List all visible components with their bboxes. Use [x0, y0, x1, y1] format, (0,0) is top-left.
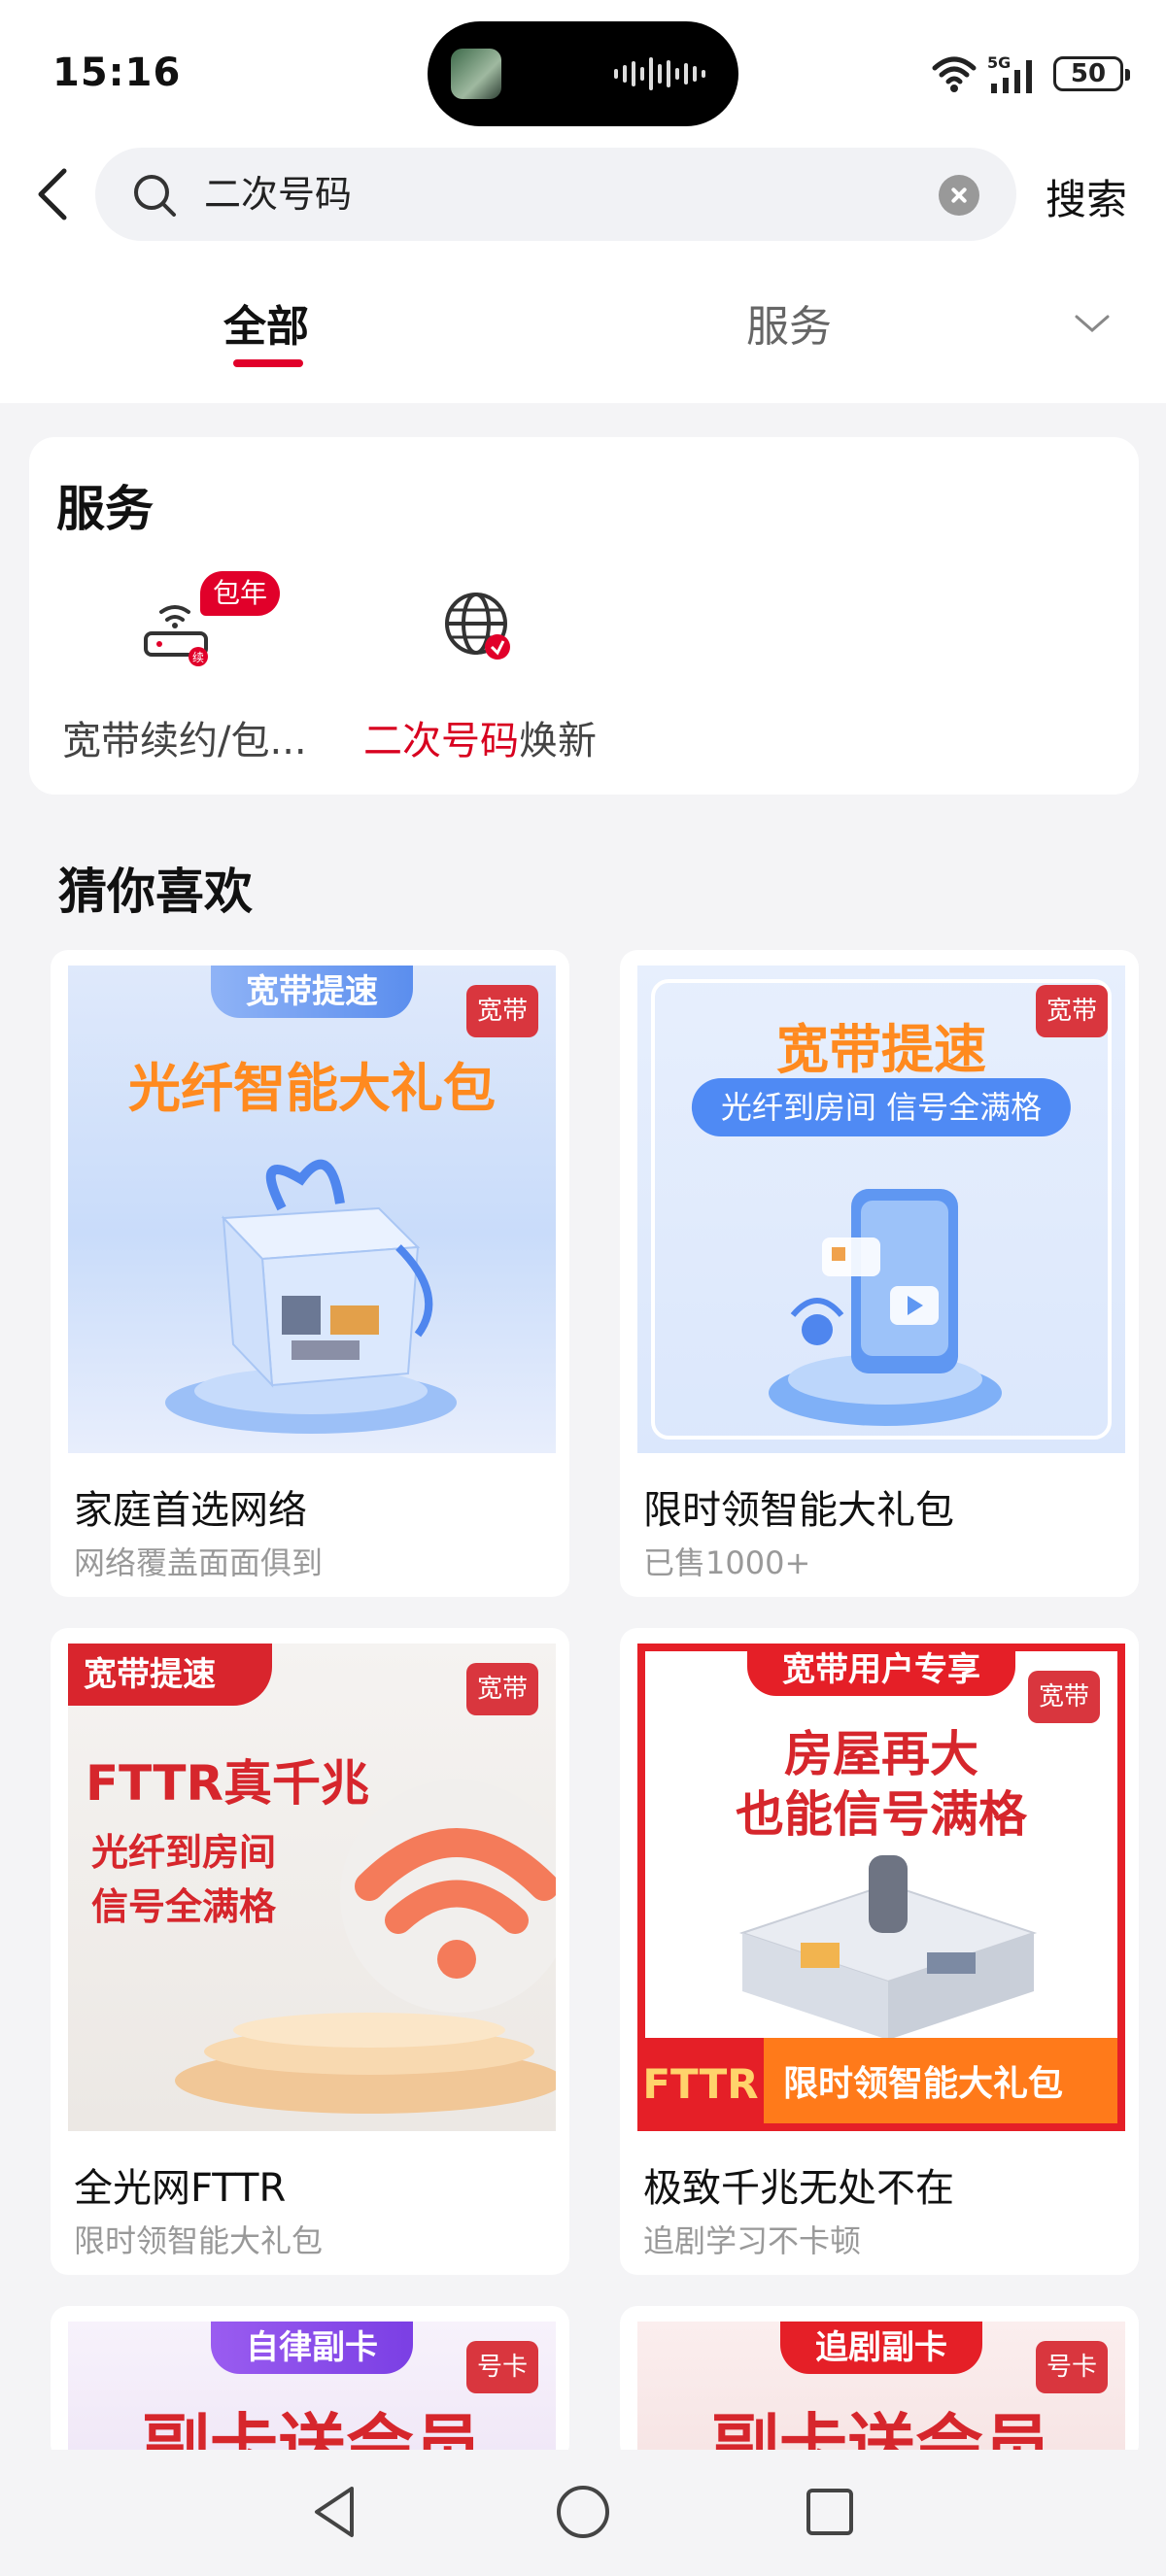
battery-icon: 50: [1053, 56, 1130, 91]
active-tab-indicator: [233, 359, 303, 367]
product-card[interactable]: 宽带提速 光纤到房间 信号全满格 宽带 限时领智能大礼包 已售1000+: [620, 950, 1139, 1597]
svg-text:5G: 5G: [987, 53, 1011, 72]
product-image: 宽带提速 光纤到房间 信号全满格 宽带: [637, 966, 1125, 1453]
search-icon: [134, 175, 176, 217]
phone-illustration: [769, 1189, 1002, 1426]
house-illustration: [738, 1855, 1038, 2040]
product-banner: 宽带提速: [211, 966, 413, 1018]
search-button[interactable]: 搜索: [1046, 167, 1127, 226]
wifi-icon: [932, 56, 977, 92]
signal-5g-icon: 5G: [987, 53, 1032, 93]
product-subtitle: 已售1000+: [643, 1544, 811, 1581]
service-label-broadband: 宽带续约/包...: [62, 719, 307, 763]
product-image: 宽带用户专享 房屋再大 也能信号满格 FTTR 限时领智能大礼包 宽带: [637, 1644, 1125, 2131]
product-pill: 光纤到房间 信号全满格: [691, 1078, 1072, 1136]
promo-strip-text: 限时领智能大礼包: [783, 2064, 1064, 2104]
product-banner: 宽带用户专享: [747, 1651, 1015, 1696]
product-banner: 追剧副卡: [780, 2322, 982, 2374]
product-title: 极致千兆无处不在: [643, 2166, 954, 2211]
dynamic-island[interactable]: [428, 21, 738, 126]
product-card[interactable]: 宽带用户专享 房屋再大 也能信号满格 FTTR 限时领智能大礼包 宽带 极致千兆…: [620, 1628, 1139, 2275]
product-banner: 宽带提速: [68, 1644, 272, 1706]
chevron-down-icon[interactable]: [1073, 309, 1112, 338]
service-card: 服务 续 宽带续约/包... 二次号码焕新: [29, 437, 1139, 795]
product-subtitle: 追剧学习不卡顿: [643, 2222, 862, 2259]
service-item-number-renew[interactable]: 二次号码焕新: [321, 437, 612, 795]
product-tag: 宽带: [1036, 985, 1108, 1037]
clear-icon[interactable]: [939, 175, 979, 216]
service-item-broadband[interactable]: 续 宽带续约/包...: [29, 437, 321, 795]
product-image: 追剧副卡 副卡送会员 号卡: [637, 2322, 1125, 2461]
nav-back-icon[interactable]: [305, 2481, 367, 2543]
label-highlight: 二次号码: [363, 719, 519, 763]
status-time: 15:16: [52, 51, 182, 95]
product-banner: 自律副卡: [211, 2322, 413, 2374]
label-rest: 焕新: [519, 719, 597, 763]
status-icons: 5G 50: [931, 49, 1130, 99]
media-thumbnail: [451, 49, 501, 99]
product-card[interactable]: 自律副卡 副卡送会员 号卡: [51, 2306, 569, 2461]
fttr-label: FTTR: [645, 2038, 764, 2123]
product-tag: 宽带: [1028, 1671, 1100, 1723]
product-card[interactable]: 追剧副卡 副卡送会员 号卡: [620, 2306, 1139, 2461]
product-card[interactable]: 宽带提速 FTTR真千兆 光纤到房间 信号全满格 宽带 全光网FTTR 限时领智…: [51, 1628, 569, 2275]
product-tag: 号卡: [466, 2341, 538, 2393]
product-image: 宽带提速 光纤智能大礼包 宽带: [68, 966, 556, 1453]
header-area: 15:16 5G 50 二次号码 搜索 全部 服务: [0, 0, 1166, 403]
product-image: 自律副卡 副卡送会员 号卡: [68, 2322, 556, 2461]
search-query-text: 二次号码: [204, 173, 353, 216]
badge-annual: 包年: [200, 571, 280, 616]
product-tag: 宽带: [466, 985, 538, 1037]
product-subtitle: 限时领智能大礼包: [74, 2222, 324, 2259]
tab-all[interactable]: 全部: [223, 291, 309, 354]
product-title: 全光网FTTR: [74, 2166, 287, 2211]
recommend-section-title: 猜你喜欢: [58, 864, 253, 920]
gift-box-illustration: [165, 1159, 457, 1434]
product-title: 家庭首选网络: [74, 1488, 307, 1533]
promo-strip: FTTR 限时领智能大礼包: [645, 2038, 1117, 2123]
product-subtitle: 网络覆盖面面俱到: [74, 1544, 324, 1581]
system-nav-bar: [0, 2450, 1166, 2576]
product-line2: 也能信号满格: [736, 1786, 1027, 1843]
nav-home-icon[interactable]: [552, 2481, 614, 2543]
audio-wave-icon: [614, 56, 705, 91]
back-arrow-icon[interactable]: [29, 165, 78, 223]
svg-text:续: 续: [192, 651, 204, 664]
product-card[interactable]: 宽带提速 光纤智能大礼包 宽带 家庭首选网络 网络覆盖面面俱到: [51, 950, 569, 1597]
nav-recents-icon[interactable]: [799, 2481, 861, 2543]
globe-icon: [445, 593, 510, 660]
wifi-podium-illustration: [175, 1779, 556, 2114]
tab-service[interactable]: 服务: [746, 291, 832, 354]
search-input[interactable]: 二次号码: [95, 148, 1016, 241]
product-tag: 号卡: [1036, 2341, 1108, 2393]
battery-level: 50: [1070, 59, 1107, 88]
product-image: 宽带提速 FTTR真千兆 光纤到房间 信号全满格 宽带: [68, 1644, 556, 2131]
service-label-number-renew: 二次号码焕新: [363, 709, 597, 765]
product-title: 限时领智能大礼包: [643, 1488, 954, 1533]
product-tag: 宽带: [466, 1663, 538, 1715]
